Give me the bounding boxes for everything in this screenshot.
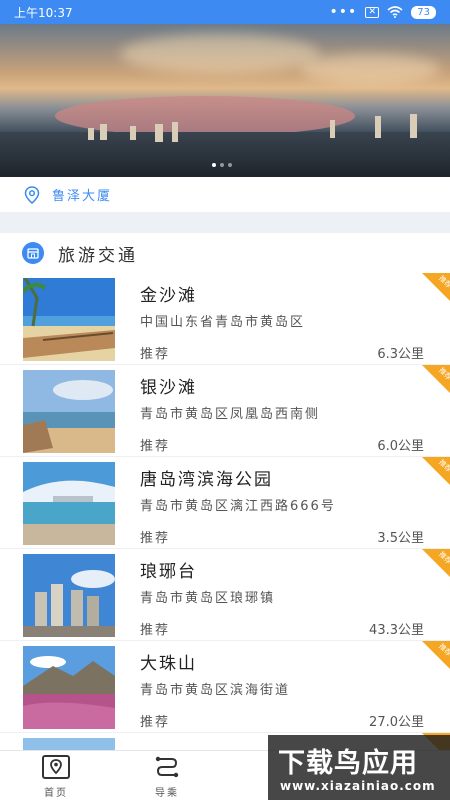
nav-guide-label: 导乘: [155, 787, 179, 799]
status-time: 上午10:37: [14, 5, 73, 20]
location-row[interactable]: 鲁泽大厦: [0, 177, 450, 212]
battery-indicator: 73: [411, 5, 436, 19]
section-header: 旅游交通: [0, 233, 450, 273]
attraction-address: 中国山东省青岛市黄岛区: [140, 315, 306, 330]
banner-cloud: [300, 54, 440, 84]
shop-icon: [22, 242, 44, 264]
banner-city: [0, 132, 450, 177]
attraction-thumbnail: [23, 738, 115, 750]
sim-icon: ✕: [365, 6, 380, 18]
attraction-distance: 6.3公里: [377, 347, 424, 362]
ribbon-label: 推荐: [437, 642, 450, 658]
attraction-tag: 推荐: [140, 347, 171, 362]
ribbon-label: 推荐: [437, 274, 450, 290]
recommend-ribbon: 推荐: [422, 549, 450, 577]
section-divider: [0, 212, 450, 233]
attraction-card[interactable]: 大珠山 青岛市黄岛区滨海街道 推荐 27.0公里 推荐: [0, 641, 450, 733]
attraction-thumbnail: [23, 554, 115, 637]
ribbon-label: 推荐: [437, 366, 450, 382]
route-icon: [155, 756, 179, 777]
banner-building: [100, 124, 107, 140]
recommend-ribbon: 推荐: [422, 273, 450, 301]
carousel-dot[interactable]: [220, 163, 224, 167]
banner-building: [330, 120, 335, 138]
recommend-ribbon: 推荐: [422, 641, 450, 669]
attraction-tag: 推荐: [140, 531, 171, 546]
attraction-name: 大珠山: [140, 654, 197, 674]
carousel-dot[interactable]: [212, 163, 216, 167]
carousel-indicator[interactable]: [212, 163, 232, 167]
recommend-ribbon: 推荐: [422, 365, 450, 393]
attraction-thumbnail: [23, 370, 115, 453]
attraction-card[interactable]: 唐岛湾滨海公园 青岛市黄岛区漓江西路666号 推荐 3.5公里 推荐: [0, 457, 450, 549]
banner-building: [410, 114, 417, 138]
watermark-url: www.xiazainiao.com: [280, 779, 436, 793]
attraction-thumbnail: [23, 462, 115, 545]
attraction-card[interactable]: 银沙滩 青岛市黄岛区凤凰岛西南侧 推荐 6.0公里 推荐: [0, 365, 450, 457]
section-title: 旅游交通: [58, 245, 138, 266]
attraction-address: 青岛市黄岛区滨海街道: [140, 683, 291, 698]
attraction-card[interactable]: 琅琊台 青岛市黄岛区琅琊镇 推荐 43.3公里 推荐: [0, 549, 450, 641]
carousel-dot[interactable]: [228, 163, 232, 167]
attraction-address: 青岛市黄岛区漓江西路666号: [140, 499, 336, 514]
nav-guide[interactable]: 导乘: [137, 751, 197, 800]
location-pin-icon: [24, 185, 40, 204]
watermark-overlay: 下载鸟应用 www.xiazainiao.com: [268, 735, 450, 800]
status-bar: 上午10:37 ••• ✕ 73: [0, 0, 450, 24]
banner-carousel[interactable]: [0, 24, 450, 177]
attraction-tag: 推荐: [140, 439, 171, 454]
attraction-thumbnail: [23, 278, 115, 361]
wifi-icon: [387, 6, 403, 18]
attraction-name: 唐岛湾滨海公园: [140, 470, 273, 490]
banner-building: [155, 124, 163, 142]
attraction-distance: 6.0公里: [377, 439, 424, 454]
attraction-name: 银沙滩: [140, 378, 197, 398]
signal-dots-icon: •••: [329, 4, 358, 20]
banner-building: [88, 128, 94, 140]
attraction-card[interactable]: 金沙滩 中国山东省青岛市黄岛区 推荐 6.3公里 推荐: [0, 273, 450, 365]
location-text: 鲁泽大厦: [52, 189, 113, 204]
attraction-name: 金沙滩: [140, 286, 197, 306]
watermark-title: 下载鸟应用: [278, 748, 418, 779]
nav-home-label: 首页: [44, 787, 68, 799]
banner-building: [375, 116, 381, 138]
recommend-ribbon: 推荐: [422, 457, 450, 485]
ribbon-label: 推荐: [437, 458, 450, 474]
attraction-tag: 推荐: [140, 715, 171, 730]
attraction-name: 琅琊台: [140, 562, 197, 582]
attraction-distance: 43.3公里: [369, 623, 424, 638]
ribbon-label: 推荐: [437, 550, 450, 566]
banner-cloud: [120, 34, 320, 74]
attraction-distance: 27.0公里: [369, 715, 424, 730]
attraction-distance: 3.5公里: [377, 531, 424, 546]
attraction-thumbnail: [23, 646, 115, 729]
attraction-address: 青岛市黄岛区琅琊镇: [140, 591, 276, 606]
nav-home[interactable]: 首页: [26, 751, 86, 800]
attraction-address: 青岛市黄岛区凤凰岛西南侧: [140, 407, 321, 422]
banner-building: [172, 122, 178, 142]
map-pin-icon: [42, 754, 70, 779]
banner-building: [130, 126, 136, 140]
status-icons: ••• ✕ 73: [329, 4, 436, 20]
attraction-list[interactable]: 金沙滩 中国山东省青岛市黄岛区 推荐 6.3公里 推荐 银沙滩 青岛市黄岛区凤凰…: [0, 273, 450, 750]
attraction-tag: 推荐: [140, 623, 171, 638]
